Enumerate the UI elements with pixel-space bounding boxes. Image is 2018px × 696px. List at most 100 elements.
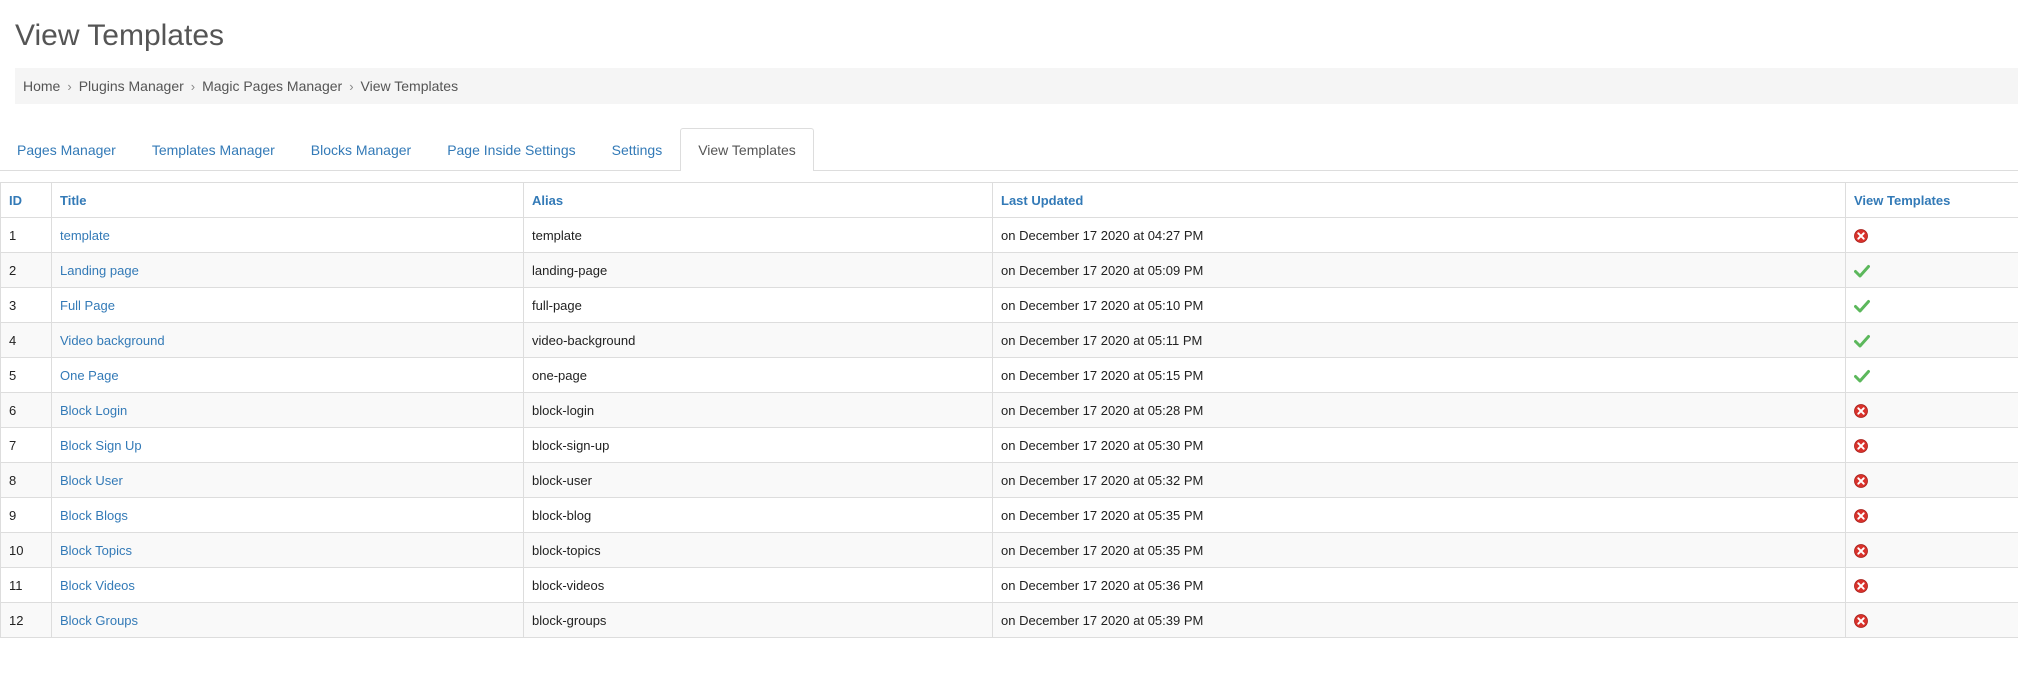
table-row: 8 Block User block-user on December 17 2020… xyxy=(0,462,2018,498)
check-icon[interactable] xyxy=(1854,262,1870,278)
breadcrumb-home[interactable]: Home xyxy=(23,78,60,94)
table-row: 7 Block Sign Up block-sign-up on December 1… xyxy=(0,427,2018,463)
cell-last-updated: on December 17 2020 at 05:35 PM xyxy=(992,497,1846,533)
cell-id: 5 xyxy=(0,357,52,393)
cell-view-status xyxy=(1845,427,2018,463)
cross-circle-icon[interactable] xyxy=(1854,402,1868,418)
template-title-link[interactable]: Full Page xyxy=(51,287,524,323)
cross-circle-icon[interactable] xyxy=(1854,472,1868,488)
tab-page-inside-settings[interactable]: Page Inside Settings xyxy=(429,128,593,170)
cell-last-updated: on December 17 2020 at 05:32 PM xyxy=(992,462,1846,498)
cross-circle-icon[interactable] xyxy=(1854,227,1868,243)
template-title-link[interactable]: template xyxy=(51,217,524,253)
template-title-link[interactable]: Block Login xyxy=(51,392,524,428)
check-icon[interactable] xyxy=(1854,367,1870,383)
table-row: 12 Block Groups block-groups on December 17… xyxy=(0,602,2018,638)
breadcrumb-plugins-manager[interactable]: Plugins Manager xyxy=(79,78,184,94)
template-title-link[interactable]: Block User xyxy=(51,462,524,498)
cell-view-status xyxy=(1845,497,2018,533)
cell-last-updated: on December 17 2020 at 05:11 PM xyxy=(992,322,1846,358)
cell-id: 8 xyxy=(0,462,52,498)
cell-alias: block-user xyxy=(523,462,993,498)
tab-view-templates[interactable]: View Templates xyxy=(680,128,814,171)
check-icon[interactable] xyxy=(1854,297,1870,313)
template-title-link[interactable]: Block Blogs xyxy=(51,497,524,533)
cell-last-updated: on December 17 2020 at 05:30 PM xyxy=(992,427,1846,463)
cell-id: 4 xyxy=(0,322,52,358)
cell-id: 9 xyxy=(0,497,52,533)
cell-id: 10 xyxy=(0,532,52,568)
cell-view-status xyxy=(1845,217,2018,253)
page-title: View Templates xyxy=(15,19,225,52)
table-row: 1 template template on December 17 2020 at … xyxy=(0,217,2018,253)
cell-view-status xyxy=(1845,462,2018,498)
cell-view-status xyxy=(1845,532,2018,568)
cell-last-updated: on December 17 2020 at 05:36 PM xyxy=(992,567,1846,603)
chevron-right-icon: › xyxy=(190,78,196,94)
cell-last-updated: on December 17 2020 at 05:39 PM xyxy=(992,602,1846,638)
breadcrumb: Home › Plugins Manager › Magic Pages Man… xyxy=(15,68,2018,104)
cross-circle-icon[interactable] xyxy=(1854,577,1868,593)
template-title-link[interactable]: Video background xyxy=(51,322,524,358)
tab-blocks-manager[interactable]: Blocks Manager xyxy=(293,128,429,170)
cell-last-updated: on December 17 2020 at 05:35 PM xyxy=(992,532,1846,568)
template-title-link[interactable]: Landing page xyxy=(51,252,524,288)
template-title-link[interactable]: Block Sign Up xyxy=(51,427,524,463)
cell-view-status xyxy=(1845,287,2018,323)
cell-view-status xyxy=(1845,602,2018,638)
chevron-right-icon: › xyxy=(67,78,72,94)
tab-templates-manager[interactable]: Templates Manager xyxy=(134,128,293,170)
cell-alias: block-blog xyxy=(523,497,993,533)
cell-id: 2 xyxy=(0,252,52,288)
column-header-last-updated[interactable]: Last Updated xyxy=(992,182,1846,218)
cell-alias: landing-page xyxy=(523,252,993,288)
cross-circle-icon[interactable] xyxy=(1854,612,1868,628)
column-header-alias[interactable]: Alias xyxy=(523,182,993,218)
tab-pages-manager[interactable]: Pages Manager xyxy=(0,128,134,170)
check-icon[interactable] xyxy=(1854,332,1870,348)
cell-id: 12 xyxy=(0,602,52,638)
tab-bar: Pages Manager Templates Manager Blocks M… xyxy=(0,128,2018,171)
cell-last-updated: on December 17 2020 at 05:28 PM xyxy=(992,392,1846,428)
cell-last-updated: on December 17 2020 at 04:27 PM xyxy=(992,217,1846,253)
cell-alias: block-topics xyxy=(523,532,993,568)
table-row: 10 Block Topics block-topics on December 17… xyxy=(0,532,2018,568)
cell-id: 3 xyxy=(0,287,52,323)
cell-view-status xyxy=(1845,252,2018,288)
column-header-title[interactable]: Title xyxy=(51,182,524,218)
cell-alias: block-videos xyxy=(523,567,993,603)
table-row: 3 Full Page full-page on December 17 2020 a… xyxy=(0,287,2018,323)
cross-circle-icon[interactable] xyxy=(1854,542,1868,558)
cell-alias: block-groups xyxy=(523,602,993,638)
cross-circle-icon[interactable] xyxy=(1854,507,1868,523)
table-header-row: ID Title Alias Last Updated View Templat… xyxy=(0,182,2018,218)
cell-alias: block-sign-up xyxy=(523,427,993,463)
cell-id: 11 xyxy=(0,567,52,603)
column-header-id[interactable]: ID xyxy=(0,182,52,218)
table-row: 9 Block Blogs block-blog on December 17 202… xyxy=(0,497,2018,533)
table-row: 11 Block Videos block-videos on December 17… xyxy=(0,567,2018,603)
cell-alias: video-background xyxy=(523,322,993,358)
table-body: 1 template template on December 17 2020 at … xyxy=(0,217,2018,638)
table-row: 5 One Page one-page on December 17 2020 at … xyxy=(0,357,2018,393)
breadcrumb-current: View Templates xyxy=(360,78,459,94)
column-header-view-templates[interactable]: View Templates xyxy=(1845,182,2018,218)
cell-view-status xyxy=(1845,357,2018,393)
cell-alias: full-page xyxy=(523,287,993,323)
templates-table: ID Title Alias Last Updated View Templat… xyxy=(0,182,2018,638)
tab-settings[interactable]: Settings xyxy=(594,128,681,170)
cross-circle-icon[interactable] xyxy=(1854,437,1868,453)
cell-last-updated: on December 17 2020 at 05:15 PM xyxy=(992,357,1846,393)
cell-alias: block-login xyxy=(523,392,993,428)
chevron-right-icon: › xyxy=(349,78,354,94)
template-title-link[interactable]: Block Groups xyxy=(51,602,524,638)
cell-id: 7 xyxy=(0,427,52,463)
template-title-link[interactable]: One Page xyxy=(51,357,524,393)
cell-view-status xyxy=(1845,322,2018,358)
cell-last-updated: on December 17 2020 at 05:09 PM xyxy=(992,252,1846,288)
table-row: 2 Landing page landing-page on December 17 … xyxy=(0,252,2018,288)
cell-view-status xyxy=(1845,567,2018,603)
breadcrumb-magic-pages-manager[interactable]: Magic Pages Manager xyxy=(202,78,342,94)
template-title-link[interactable]: Block Topics xyxy=(51,532,524,568)
template-title-link[interactable]: Block Videos xyxy=(51,567,524,603)
